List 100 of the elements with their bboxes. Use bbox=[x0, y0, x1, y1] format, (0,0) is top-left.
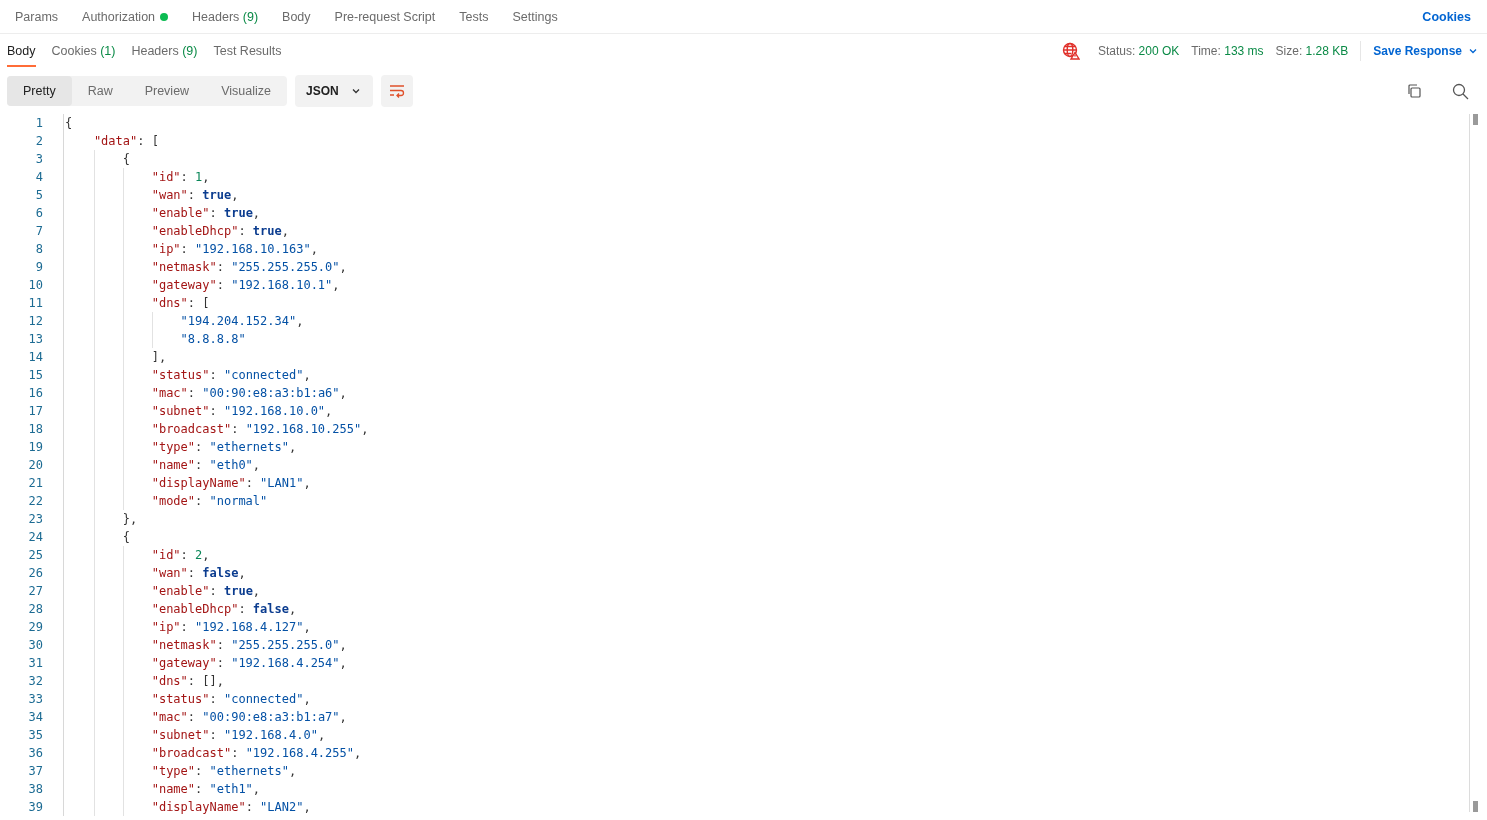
code-line: "wan": false, bbox=[150, 566, 246, 580]
code-line: "wan": true, bbox=[150, 188, 239, 202]
code-line: "id": 1, bbox=[150, 170, 210, 184]
code-line: "gateway": "192.168.4.254", bbox=[150, 656, 347, 670]
code-line: "id": 2, bbox=[150, 548, 210, 562]
code-line: "mode": "normal" bbox=[150, 494, 268, 508]
line-number: 11 bbox=[27, 295, 44, 312]
response-tab[interactable]: Test Results bbox=[213, 34, 282, 67]
line-number: 35 bbox=[27, 727, 44, 744]
line-number: 28 bbox=[27, 601, 44, 618]
format-dropdown[interactable]: JSON bbox=[294, 75, 373, 107]
code-line: ], bbox=[150, 350, 167, 364]
line-number: 8 bbox=[34, 241, 44, 258]
code-line: }, bbox=[121, 512, 138, 526]
request-tab[interactable]: Authorization bbox=[82, 9, 169, 24]
request-tab[interactable]: Settings bbox=[512, 9, 558, 24]
code-line: "netmask": "255.255.255.0", bbox=[150, 260, 347, 274]
copy-icon[interactable] bbox=[1406, 83, 1422, 99]
line-number: 1 bbox=[34, 115, 44, 132]
code-line: "mac": "00:90:e8:a3:b1:a7", bbox=[150, 710, 347, 724]
line-number: 9 bbox=[34, 259, 44, 276]
response-tab[interactable]: Headers (9) bbox=[131, 34, 198, 67]
code-line: "name": "eth1", bbox=[150, 782, 261, 796]
line-number: 18 bbox=[27, 421, 44, 438]
line-number: 2 bbox=[34, 133, 44, 150]
code-line: "8.8.8.8" bbox=[179, 332, 246, 346]
request-tab[interactable]: Params bbox=[15, 9, 59, 24]
code-line: { bbox=[121, 530, 131, 544]
request-tab[interactable]: Headers (9) bbox=[192, 9, 259, 24]
code-line: "type": "ethernets", bbox=[150, 764, 297, 778]
view-mode-tab[interactable]: Preview bbox=[128, 76, 206, 106]
line-number: 13 bbox=[27, 331, 44, 348]
line-number: 20 bbox=[27, 457, 44, 474]
line-number: 37 bbox=[27, 763, 44, 780]
wrap-lines-button[interactable] bbox=[380, 75, 413, 107]
line-number: 32 bbox=[27, 673, 44, 690]
code-line: "name": "eth0", bbox=[150, 458, 261, 472]
code-line: "subnet": "192.168.10.0", bbox=[150, 404, 333, 418]
line-number: 12 bbox=[27, 313, 44, 330]
request-tab[interactable]: Pre-request Script bbox=[334, 9, 436, 24]
response-stat: Time: 133 ms bbox=[1191, 43, 1264, 58]
view-mode-tab[interactable]: Visualize bbox=[205, 76, 287, 106]
line-number: 19 bbox=[27, 439, 44, 456]
response-tab[interactable]: Cookies (1) bbox=[51, 34, 116, 67]
line-number: 29 bbox=[27, 619, 44, 636]
line-number: 33 bbox=[27, 691, 44, 708]
code-line: "status": "connected", bbox=[150, 368, 311, 382]
code-line: "displayName": "LAN1", bbox=[150, 476, 311, 490]
code-line: { bbox=[65, 116, 73, 130]
line-number: 17 bbox=[27, 403, 44, 420]
chevron-down-icon bbox=[350, 86, 361, 96]
view-mode-tab[interactable]: Raw bbox=[71, 76, 129, 106]
code-line: "194.204.152.34", bbox=[179, 314, 304, 328]
code-line: { bbox=[121, 152, 131, 166]
code-line: "enable": true, bbox=[150, 206, 261, 220]
line-number: 38 bbox=[27, 781, 44, 798]
line-number: 39 bbox=[27, 799, 44, 816]
line-number: 25 bbox=[27, 547, 44, 564]
code-line: "broadcast": "192.168.4.255", bbox=[150, 746, 362, 760]
line-number: 5 bbox=[34, 187, 44, 204]
response-stat: Status: 200 OK bbox=[1097, 43, 1180, 58]
line-number: 7 bbox=[34, 223, 44, 240]
code-line: "ip": "192.168.10.163", bbox=[150, 242, 318, 256]
line-number: 22 bbox=[27, 493, 44, 510]
line-number: 31 bbox=[27, 655, 44, 672]
code-line: "mac": "00:90:e8:a3:b1:a6", bbox=[150, 386, 347, 400]
view-mode-tab[interactable]: Pretty bbox=[7, 76, 72, 106]
request-tab[interactable]: Tests bbox=[459, 9, 489, 24]
response-tab[interactable]: Body bbox=[7, 34, 36, 67]
line-number: 15 bbox=[27, 367, 44, 384]
line-number: 16 bbox=[27, 385, 44, 402]
line-number: 34 bbox=[27, 709, 44, 726]
code-line: "type": "ethernets", bbox=[150, 440, 297, 454]
code-line: "enable": true, bbox=[150, 584, 261, 598]
cookies-link[interactable]: Cookies bbox=[1422, 9, 1471, 24]
line-number: 23 bbox=[27, 511, 44, 528]
code-line: "ip": "192.168.4.127", bbox=[150, 620, 311, 634]
save-response-button[interactable]: Save Response bbox=[1373, 43, 1478, 58]
request-tab[interactable]: Body bbox=[282, 9, 311, 24]
code-line: "dns": [], bbox=[150, 674, 224, 688]
globe-warning-icon[interactable] bbox=[1061, 41, 1080, 60]
line-number: 6 bbox=[34, 205, 44, 222]
code-line: "displayName": "LAN2", bbox=[150, 800, 311, 814]
code-line: "enableDhcp": true, bbox=[150, 224, 289, 238]
response-stat: Size: 1.28 KB bbox=[1275, 43, 1349, 58]
line-number: 30 bbox=[27, 637, 44, 654]
line-number: 21 bbox=[27, 475, 44, 492]
line-number: 24 bbox=[27, 529, 44, 546]
search-icon[interactable] bbox=[1452, 82, 1469, 100]
code-line: "status": "connected", bbox=[150, 692, 311, 706]
line-number: 3 bbox=[34, 151, 44, 168]
wrap-lines-icon bbox=[388, 84, 405, 98]
code-line: "data": [ bbox=[92, 134, 159, 148]
code-line: "broadcast": "192.168.10.255", bbox=[150, 422, 369, 436]
line-number: 4 bbox=[34, 169, 44, 186]
line-number: 36 bbox=[27, 745, 44, 762]
line-number: 26 bbox=[27, 565, 44, 582]
line-number: 10 bbox=[27, 277, 44, 294]
code-line: "subnet": "192.168.4.0", bbox=[150, 728, 326, 742]
line-number: 27 bbox=[27, 583, 44, 600]
